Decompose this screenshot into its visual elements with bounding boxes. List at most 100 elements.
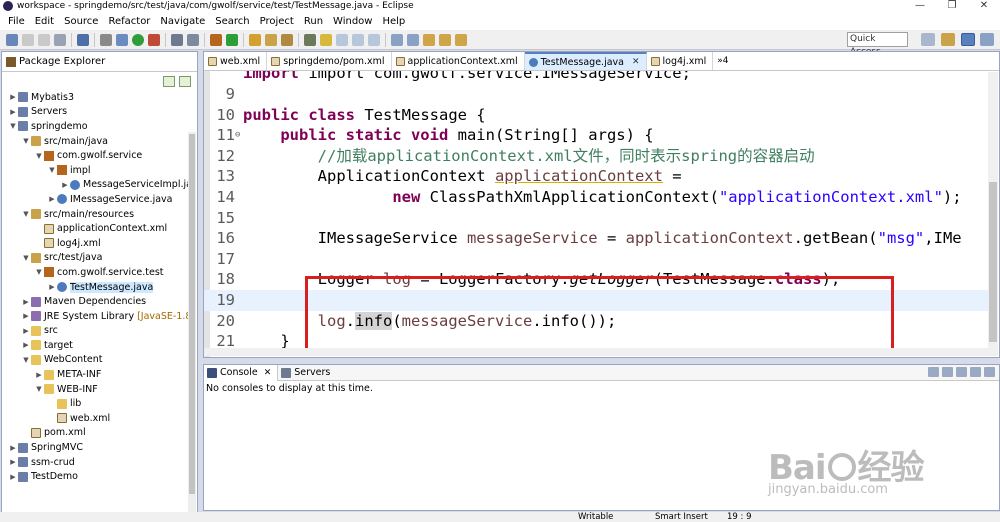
tree-item[interactable]: ▶ target xyxy=(2,338,197,353)
tree-item[interactable]: ▼ src/main/resources xyxy=(2,207,197,222)
block-select-icon[interactable] xyxy=(352,33,364,46)
expand-toggle-icon[interactable]: ▶ xyxy=(21,312,31,320)
expand-toggle-icon[interactable]: ▼ xyxy=(21,254,31,262)
tree-item[interactable]: ▶ src xyxy=(2,324,197,339)
menu-edit[interactable]: Edit xyxy=(30,16,59,27)
annotation-icon[interactable] xyxy=(304,33,316,46)
package-explorer-scrollbar[interactable] xyxy=(188,132,196,512)
menu-run[interactable]: Run xyxy=(299,16,328,27)
last-edit-icon[interactable] xyxy=(423,33,435,46)
search-file-icon[interactable] xyxy=(281,33,293,46)
expand-toggle-icon[interactable]: ▼ xyxy=(21,210,31,218)
tree-item[interactable]: ▶ META-INF xyxy=(2,367,197,382)
skip-breakpoints-icon[interactable] xyxy=(100,33,112,46)
expand-toggle-icon[interactable]: ▶ xyxy=(60,181,70,189)
prev-annotation-icon[interactable] xyxy=(407,33,419,46)
next-annotation-icon[interactable] xyxy=(391,33,403,46)
tree-item[interactable]: ▶ Maven Dependencies xyxy=(2,294,197,309)
collapse-all-icon[interactable] xyxy=(163,75,175,87)
java-perspective-icon[interactable] xyxy=(961,33,975,46)
new-server-icon[interactable] xyxy=(171,33,183,46)
tree-item[interactable]: ▶ TestMessage.java xyxy=(2,280,197,295)
expand-toggle-icon[interactable]: ▼ xyxy=(34,268,44,276)
console-tab[interactable]: Servers xyxy=(278,365,336,381)
tree-item[interactable]: ▶ JRE System Library [JavaSE-1.8] xyxy=(2,309,197,324)
editor-tab[interactable]: TestMessage.java ✕ xyxy=(524,52,647,70)
open-type-icon[interactable] xyxy=(249,33,261,46)
save-all-icon[interactable] xyxy=(38,33,50,46)
tree-item[interactable]: ▼ WebContent xyxy=(2,353,197,368)
new-icon[interactable] xyxy=(6,33,18,46)
menu-window[interactable]: Window xyxy=(328,16,377,27)
display-console-icon[interactable] xyxy=(942,367,953,377)
tree-item[interactable]: log4j.xml xyxy=(2,236,197,251)
expand-toggle-icon[interactable]: ▶ xyxy=(8,108,18,116)
expand-toggle-icon[interactable]: ▶ xyxy=(8,93,18,101)
tree-item[interactable]: ▼ springdemo xyxy=(2,119,197,134)
editor-tab[interactable]: applicationContext.xml xyxy=(392,52,525,70)
save-icon[interactable] xyxy=(22,33,34,46)
open-console-icon[interactable] xyxy=(928,367,939,377)
menu-file[interactable]: File xyxy=(3,16,30,27)
editor-tab[interactable]: springdemo/pom.xml xyxy=(267,52,392,70)
close-tab-icon[interactable]: ✕ xyxy=(264,368,272,378)
debug-icon[interactable] xyxy=(116,33,128,46)
minimize-button[interactable]: — xyxy=(904,0,936,12)
expand-toggle-icon[interactable]: ▼ xyxy=(34,385,44,393)
menu-source[interactable]: Source xyxy=(59,16,103,27)
expand-toggle-icon[interactable]: ▶ xyxy=(8,444,18,452)
tree-item[interactable]: web.xml xyxy=(2,411,197,426)
expand-toggle-icon[interactable]: ▼ xyxy=(21,137,31,145)
minimize-view-icon[interactable] xyxy=(970,367,981,377)
tree-item[interactable]: ▶ TestDemo xyxy=(2,469,197,484)
expand-toggle-icon[interactable]: ▶ xyxy=(21,327,31,335)
menu-project[interactable]: Project xyxy=(255,16,299,27)
tree-item[interactable]: ▼ WEB-INF xyxy=(2,382,197,397)
open-task-icon[interactable] xyxy=(265,33,277,46)
editor-tab[interactable]: web.xml xyxy=(204,52,268,70)
expand-toggle-icon[interactable]: ▶ xyxy=(21,341,31,349)
forward-icon[interactable] xyxy=(455,33,467,46)
tree-item[interactable]: ▼ src/main/java xyxy=(2,134,197,149)
expand-toggle-icon[interactable]: ▶ xyxy=(21,298,31,306)
maximize-button[interactable]: ❐ xyxy=(936,0,968,12)
fold-marker-icon[interactable]: ⊖ xyxy=(235,125,240,145)
link-with-editor-icon[interactable] xyxy=(179,75,191,87)
expand-toggle-icon[interactable]: ▶ xyxy=(47,195,57,203)
external-tools-icon[interactable] xyxy=(148,33,160,46)
tree-item[interactable]: ▶ IMessageService.java xyxy=(2,192,197,207)
code-area[interactable]: import import com.gwolf.service.IMessage… xyxy=(204,71,989,357)
editor-horizontal-scrollbar[interactable] xyxy=(204,348,989,356)
menu-search[interactable]: Search xyxy=(210,16,254,27)
open-perspective-icon[interactable] xyxy=(921,33,935,46)
tree-item[interactable]: lib xyxy=(2,396,197,411)
search-icon[interactable] xyxy=(187,33,199,46)
menu-refactor[interactable]: Refactor xyxy=(103,16,155,27)
show-whitespace-icon[interactable] xyxy=(336,33,348,46)
debug-perspective-icon[interactable] xyxy=(980,33,994,46)
new-class-icon[interactable] xyxy=(226,33,238,46)
terminal-icon[interactable] xyxy=(77,33,89,46)
expand-toggle-icon[interactable]: ▶ xyxy=(47,283,57,291)
expand-toggle-icon[interactable]: ▼ xyxy=(21,356,31,364)
tree-item[interactable]: ▶ Mybatis3 xyxy=(2,90,197,105)
new-package-icon[interactable] xyxy=(210,33,222,46)
back-icon[interactable] xyxy=(439,33,451,46)
tree-item[interactable]: ▶ SpringMVC xyxy=(2,440,197,455)
tree-item[interactable]: ▼ com.gwolf.service xyxy=(2,148,197,163)
editor-vertical-scrollbar[interactable] xyxy=(988,72,998,356)
java-ee-perspective-icon[interactable] xyxy=(941,33,955,46)
run-icon[interactable] xyxy=(132,33,144,46)
maximize-view-icon[interactable] xyxy=(984,367,995,377)
tree-item[interactable]: ▶ MessageServiceImpl.ja xyxy=(2,178,197,193)
expand-toggle-icon[interactable]: ▼ xyxy=(34,152,44,160)
tree-item[interactable]: ▶ Servers xyxy=(2,105,197,120)
tree-item[interactable]: ▶ ssm-crud xyxy=(2,455,197,470)
quick-access-input[interactable]: Quick Access xyxy=(847,32,908,57)
menu-help[interactable]: Help xyxy=(377,16,410,27)
tree-item[interactable]: applicationContext.xml xyxy=(2,221,197,236)
expand-toggle-icon[interactable]: ▶ xyxy=(8,458,18,466)
expand-toggle-icon[interactable]: ▼ xyxy=(47,166,57,174)
tree-item[interactable]: ▼ com.gwolf.service.test xyxy=(2,265,197,280)
editor-tab[interactable]: log4j.xml xyxy=(647,52,714,70)
